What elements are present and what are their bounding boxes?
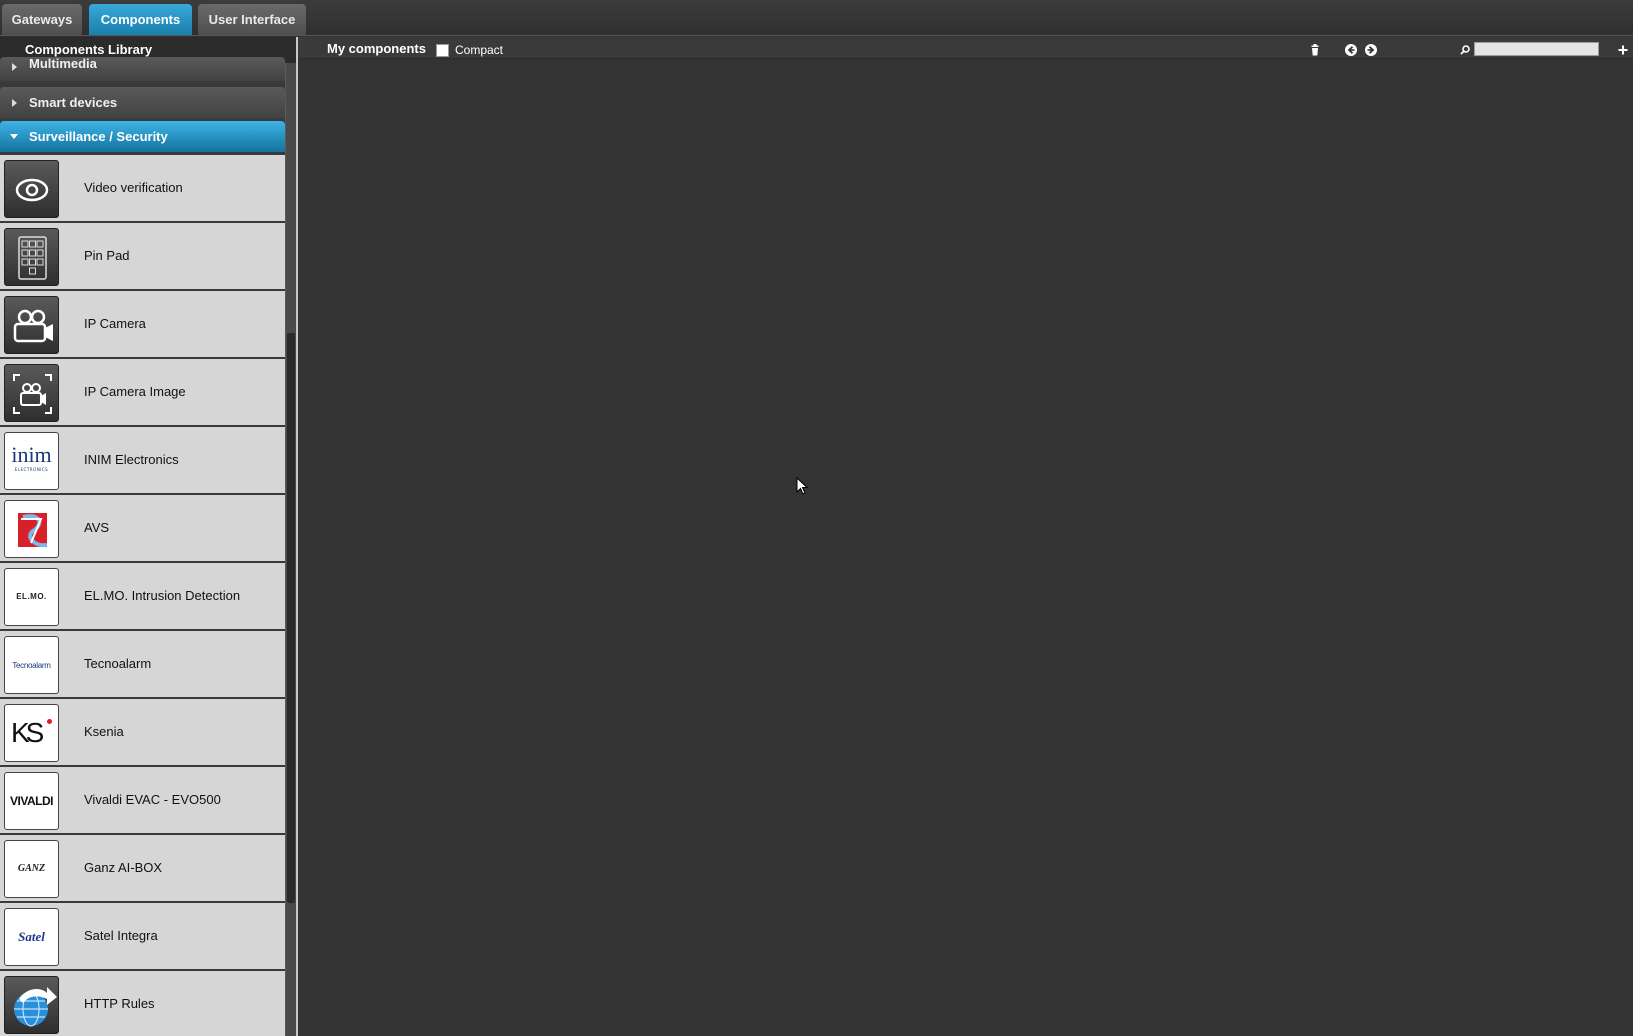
category-multimedia[interactable]: Multimedia bbox=[0, 57, 285, 81]
chevron-right-icon bbox=[12, 99, 17, 107]
component-pin-pad[interactable]: Pin Pad bbox=[0, 223, 285, 291]
component-avs[interactable]: AVS bbox=[0, 495, 285, 563]
component-satel-integra[interactable]: Satel Satel Integra bbox=[0, 903, 285, 971]
tab-components[interactable]: Components bbox=[89, 4, 192, 35]
tab-bar: Gateways Components User Interface bbox=[0, 0, 1633, 36]
component-label: Ksenia bbox=[84, 724, 124, 739]
ksenia-red-dot bbox=[47, 719, 52, 724]
component-label: Tecnoalarm bbox=[84, 656, 152, 671]
component-tecnoalarm[interactable]: Tecnoalarm Tecnoalarm bbox=[0, 631, 285, 699]
component-http-rules[interactable]: HTTP Rules bbox=[0, 971, 285, 1036]
trash-icon[interactable] bbox=[1308, 42, 1322, 56]
component-label: Pin Pad bbox=[84, 248, 130, 263]
ganz-logo-text: GANZ bbox=[17, 863, 46, 874]
component-label: Ganz AI-BOX bbox=[84, 860, 163, 875]
component-label: HTTP Rules bbox=[84, 996, 155, 1011]
elmo-logo-icon: EL.MO. bbox=[4, 568, 59, 626]
component-inim-electronics[interactable]: inim ELECTRONICS INIM Electronics bbox=[0, 427, 285, 495]
http-globe-icon bbox=[4, 976, 59, 1034]
avs-logo-icon bbox=[4, 500, 59, 558]
category-smart-devices[interactable]: Smart devices bbox=[0, 87, 285, 118]
search-input[interactable] bbox=[1474, 42, 1599, 56]
tab-user-interface[interactable]: User Interface bbox=[198, 4, 306, 35]
component-vivaldi-evac-evo500[interactable]: VIVALDI Vivaldi EVAC - EVO500 bbox=[0, 767, 285, 835]
compact-label: Compact bbox=[455, 43, 504, 57]
component-elmo-intrusion-detection[interactable]: EL.MO. EL.MO. Intrusion Detection bbox=[0, 563, 285, 631]
vivaldi-logo-text: VIVALDI bbox=[10, 794, 53, 808]
category-label: Smart devices bbox=[29, 95, 118, 110]
ksenia-logo-icon: KS bbox=[4, 704, 59, 762]
my-components-title: My components bbox=[327, 41, 426, 56]
chevron-down-icon bbox=[10, 134, 18, 139]
camera-icon bbox=[4, 296, 59, 354]
keypad-icon bbox=[4, 228, 59, 286]
tab-gateways[interactable]: Gateways bbox=[2, 4, 82, 35]
sidebar-scroll-thumb[interactable] bbox=[287, 333, 295, 903]
component-label: Vivaldi EVAC - EVO500 bbox=[84, 792, 221, 807]
chevron-right-icon bbox=[12, 63, 17, 71]
eye-icon bbox=[4, 160, 59, 218]
category-label: Surveillance / Security bbox=[29, 129, 168, 144]
component-ip-camera[interactable]: IP Camera bbox=[0, 291, 285, 359]
component-label: EL.MO. Intrusion Detection bbox=[84, 588, 241, 603]
satel-logo-text: Satel bbox=[18, 929, 45, 944]
components-library-panel: Components Library Multimedia Smart devi… bbox=[0, 37, 296, 1036]
component-ganz-ai-box[interactable]: GANZ Ganz AI-BOX bbox=[0, 835, 285, 903]
my-components-panel: My components Compact bbox=[296, 37, 1633, 1036]
app-window: Gateways Components User Interface Compo… bbox=[0, 0, 1633, 1036]
camera-image-icon bbox=[4, 364, 59, 422]
search-icon[interactable] bbox=[1458, 42, 1472, 56]
vivaldi-logo-icon: VIVALDI bbox=[4, 772, 59, 830]
component-ip-camera-image[interactable]: IP Camera Image bbox=[0, 359, 285, 427]
sidebar-scrollbar[interactable] bbox=[285, 63, 296, 1036]
inim-logo-icon: inim ELECTRONICS bbox=[4, 432, 59, 490]
component-video-verification[interactable]: Video verification bbox=[0, 155, 285, 223]
satel-logo-icon: Satel bbox=[4, 908, 59, 966]
ganz-logo-icon: GANZ bbox=[4, 840, 59, 898]
my-components-header: My components Compact bbox=[298, 37, 1633, 59]
inim-logo-subtext: ELECTRONICS bbox=[14, 467, 49, 472]
component-label: Video verification bbox=[84, 180, 183, 195]
mouse-cursor-icon bbox=[796, 476, 810, 501]
category-surveillance-security[interactable]: Surveillance / Security bbox=[0, 121, 285, 152]
component-list: Video verification Pin Pad IP Camera IP … bbox=[0, 155, 285, 1036]
category-label: Multimedia bbox=[29, 56, 97, 71]
component-ksenia[interactable]: KS Ksenia bbox=[0, 699, 285, 767]
component-label: INIM Electronics bbox=[84, 452, 179, 467]
compact-checkbox[interactable] bbox=[436, 44, 449, 57]
component-label: IP Camera Image bbox=[84, 384, 186, 399]
tecnoalarm-logo-text: Tecnoalarm bbox=[12, 661, 51, 670]
arrow-left-icon[interactable] bbox=[1344, 42, 1358, 56]
plus-icon[interactable] bbox=[1616, 42, 1630, 56]
component-label: Satel Integra bbox=[84, 928, 158, 943]
arrow-right-icon[interactable] bbox=[1364, 42, 1378, 56]
elmo-logo-text: EL.MO. bbox=[16, 592, 47, 601]
inim-logo-text: inim bbox=[11, 442, 52, 467]
component-label: AVS bbox=[84, 520, 110, 535]
tecnoalarm-logo-icon: Tecnoalarm bbox=[4, 636, 59, 694]
component-label: IP Camera bbox=[84, 316, 146, 331]
